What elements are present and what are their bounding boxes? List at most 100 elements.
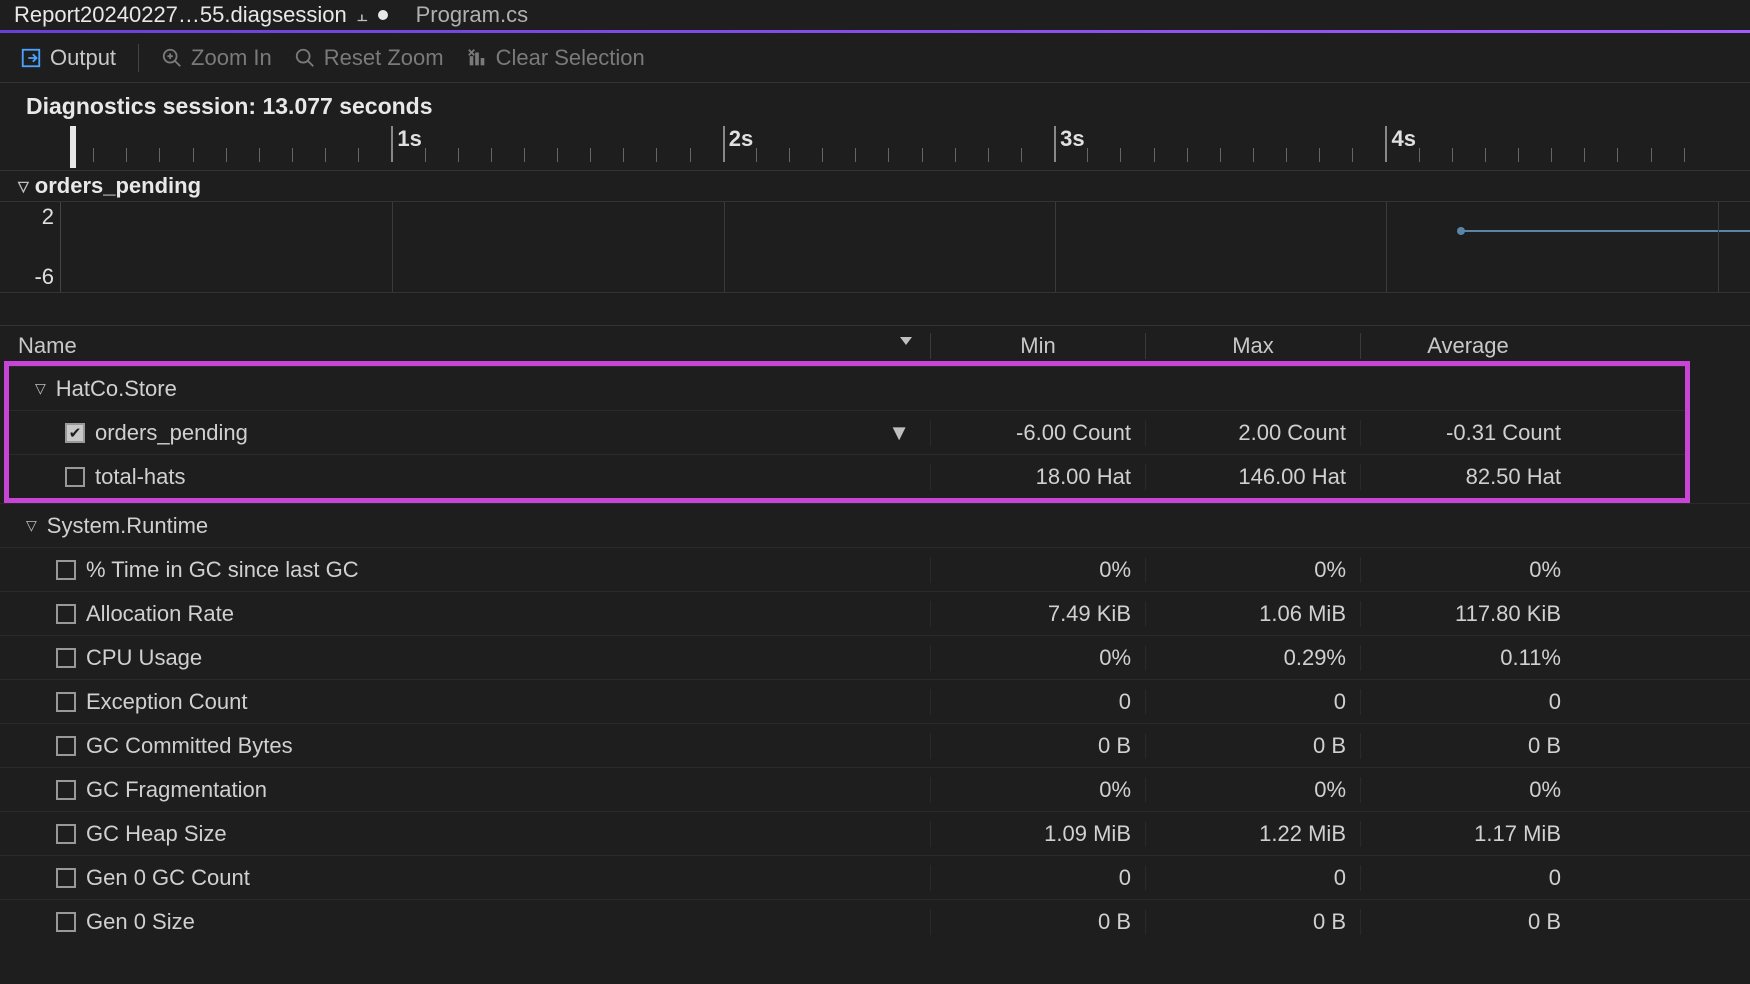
- cell-min: 18.00 Hat: [930, 464, 1145, 490]
- metric-row[interactable]: CPU Usage0%0.29%0.11%: [0, 635, 1750, 679]
- tick-minor: [358, 148, 359, 162]
- cell-max: 0: [1145, 865, 1360, 891]
- plot-point: [1457, 227, 1465, 235]
- cell-avg: 1.17 MiB: [1360, 821, 1575, 847]
- zoom-in-label: Zoom In: [191, 45, 272, 71]
- session-label: Diagnostics session: 13.077 seconds: [0, 83, 1750, 126]
- cell-min: 0 B: [930, 909, 1145, 935]
- group-row-hatco[interactable]: ▽ HatCo.Store: [9, 366, 1685, 410]
- tick-major: [1385, 126, 1387, 162]
- tab-program-cs[interactable]: Program.cs: [402, 0, 542, 30]
- tick-minor: [623, 148, 624, 162]
- graph-y-axis: 2 -6: [0, 202, 60, 292]
- zoom-in-button[interactable]: Zoom In: [161, 45, 272, 71]
- cell-max: 0 B: [1145, 733, 1360, 759]
- tick-minor: [1087, 148, 1088, 162]
- cell-max: 1.22 MiB: [1145, 821, 1360, 847]
- graph-title: orders_pending: [35, 173, 201, 199]
- metric-label: total-hats: [95, 464, 186, 490]
- cell-avg: -0.31 Count: [1360, 420, 1575, 446]
- y-bottom: -6: [34, 264, 54, 290]
- checkbox[interactable]: [56, 604, 76, 624]
- cell-max: 2.00 Count: [1145, 420, 1360, 446]
- reset-zoom-button[interactable]: Reset Zoom: [294, 45, 444, 71]
- checkbox[interactable]: [56, 780, 76, 800]
- metric-row[interactable]: ✔ orders_pending ▼ -6.00 Count 2.00 Coun…: [9, 410, 1685, 454]
- metric-row[interactable]: Exception Count000: [0, 679, 1750, 723]
- tick-minor: [756, 148, 757, 162]
- cell-avg: 0%: [1360, 557, 1575, 583]
- metric-row[interactable]: % Time in GC since last GC0%0%0%: [0, 547, 1750, 591]
- checkbox[interactable]: [56, 692, 76, 712]
- metric-row[interactable]: GC Heap Size1.09 MiB1.22 MiB1.17 MiB: [0, 811, 1750, 855]
- col-max[interactable]: Max: [1145, 333, 1360, 359]
- graph-section: ▽ orders_pending 2 -6: [0, 170, 1750, 293]
- session-label-prefix: Diagnostics session:: [26, 93, 262, 119]
- clear-selection-label: Clear Selection: [496, 45, 645, 71]
- col-avg[interactable]: Average: [1360, 333, 1575, 359]
- col-name[interactable]: Name: [0, 333, 930, 359]
- tick-minor: [458, 148, 459, 162]
- tick-minor: [491, 148, 492, 162]
- tick-minor: [1518, 148, 1519, 162]
- tick-minor: [126, 148, 127, 162]
- filter-icon[interactable]: ▼: [888, 420, 910, 446]
- cell-min: 7.49 KiB: [930, 601, 1145, 627]
- checkbox[interactable]: [56, 648, 76, 668]
- tick-minor: [159, 148, 160, 162]
- output-button[interactable]: Output: [20, 45, 116, 71]
- tick-label: 2s: [729, 126, 753, 152]
- tick-minor: [1584, 148, 1585, 162]
- tab-label: Program.cs: [416, 2, 528, 28]
- tick-minor: [1651, 148, 1652, 162]
- checkbox[interactable]: ✔: [65, 423, 85, 443]
- tick-minor: [1120, 148, 1121, 162]
- collapse-icon[interactable]: ▽: [18, 178, 29, 195]
- timeline-ruler[interactable]: 1s2s3s4s: [60, 126, 1750, 170]
- tick-minor: [690, 148, 691, 162]
- graph-header[interactable]: ▽ orders_pending: [0, 170, 1750, 201]
- cell-min: 0%: [930, 777, 1145, 803]
- checkbox[interactable]: [56, 736, 76, 756]
- checkbox[interactable]: [56, 824, 76, 844]
- clear-selection-button[interactable]: Clear Selection: [466, 45, 645, 71]
- metric-row[interactable]: Gen 0 GC Count000: [0, 855, 1750, 899]
- cell-min: 0%: [930, 557, 1145, 583]
- tick-minor: [226, 148, 227, 162]
- metric-row[interactable]: GC Committed Bytes0 B0 B0 B: [0, 723, 1750, 767]
- cell-max: 0%: [1145, 777, 1360, 803]
- cell-avg: 0 B: [1360, 733, 1575, 759]
- tick-minor: [789, 148, 790, 162]
- tick-minor: [1419, 148, 1420, 162]
- metric-label: Exception Count: [86, 689, 247, 715]
- pin-icon[interactable]: ⫠: [357, 5, 368, 26]
- tab-diagsession[interactable]: Report20240227…55.diagsession ⫠: [0, 0, 402, 30]
- tick-minor: [1154, 148, 1155, 162]
- highlight-annotation: ▽ HatCo.Store ✔ orders_pending ▼ -6.00 C…: [4, 361, 1690, 503]
- checkbox[interactable]: [56, 560, 76, 580]
- metric-label: Gen 0 Size: [86, 909, 195, 935]
- checkbox[interactable]: [56, 912, 76, 932]
- checkbox[interactable]: [56, 868, 76, 888]
- metric-row[interactable]: Gen 0 Size0 B0 B0 B: [0, 899, 1750, 943]
- cell-avg: 0.11%: [1360, 645, 1575, 671]
- graph-body[interactable]: 2 -6: [0, 201, 1750, 293]
- metric-row[interactable]: Allocation Rate7.49 KiB1.06 MiB117.80 Ki…: [0, 591, 1750, 635]
- editor-tabs: Report20240227…55.diagsession ⫠ Program.…: [0, 0, 1750, 30]
- gridline: [392, 202, 393, 292]
- collapse-icon[interactable]: ▽: [35, 380, 46, 397]
- collapse-icon[interactable]: ▽: [26, 517, 37, 534]
- col-min[interactable]: Min: [930, 333, 1145, 359]
- metric-label: % Time in GC since last GC: [86, 557, 359, 583]
- group-row-system-runtime[interactable]: ▽ System.Runtime: [0, 503, 1750, 547]
- metric-row[interactable]: total-hats 18.00 Hat 146.00 Hat 82.50 Ha…: [9, 454, 1685, 498]
- session-label-value: 13.077 seconds: [262, 93, 432, 119]
- tick-major: [723, 126, 725, 162]
- checkbox[interactable]: [65, 467, 85, 487]
- graph-plot[interactable]: [60, 202, 1750, 292]
- tick-minor: [557, 148, 558, 162]
- metric-label: GC Heap Size: [86, 821, 227, 847]
- metric-row[interactable]: GC Fragmentation0%0%0%: [0, 767, 1750, 811]
- cell-avg: 117.80 KiB: [1360, 601, 1575, 627]
- tick-major: [1054, 126, 1056, 162]
